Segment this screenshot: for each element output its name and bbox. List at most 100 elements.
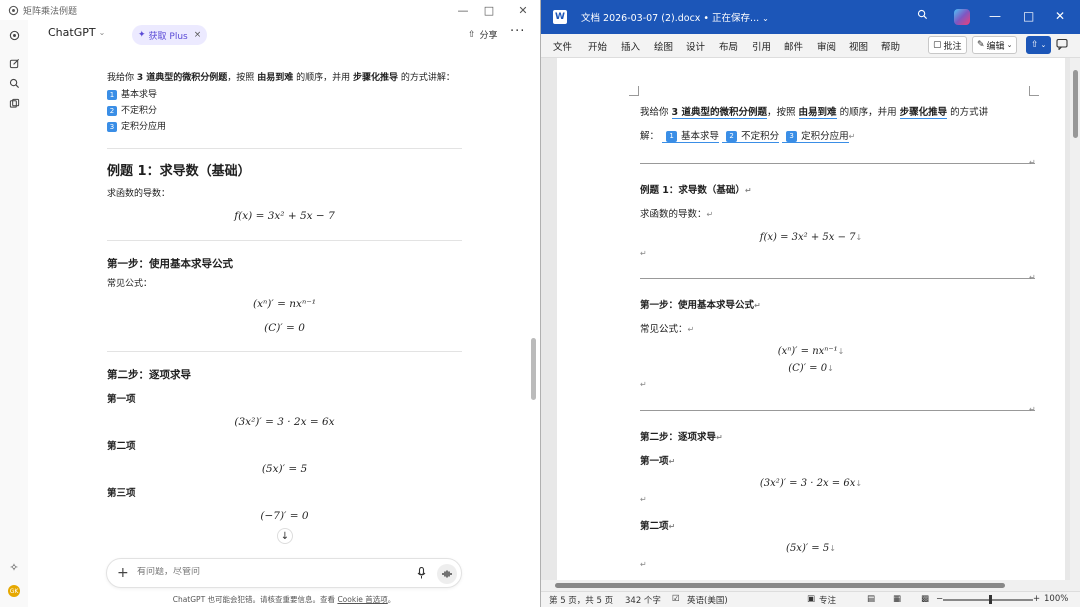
empty-paragraph: ↵ bbox=[640, 249, 647, 258]
share-icon: ⇧ bbox=[1031, 40, 1039, 50]
horizontal-rule bbox=[640, 410, 1035, 411]
vertical-scrollbar[interactable] bbox=[1070, 58, 1080, 580]
focus-mode[interactable]: 专注 bbox=[819, 594, 836, 606]
intro-text: 我给你 bbox=[107, 73, 135, 83]
zoom-level[interactable]: 100% bbox=[1044, 594, 1068, 604]
scrollbar-thumb[interactable] bbox=[1073, 70, 1078, 138]
language[interactable]: 英语(美国) bbox=[687, 594, 728, 606]
sidebar-rail: ✧ bbox=[0, 20, 28, 607]
horizontal-scrollbar[interactable] bbox=[541, 580, 1080, 591]
proofing-icon[interactable]: ☑ bbox=[672, 594, 680, 604]
tab-insert[interactable]: 插入 bbox=[621, 39, 640, 53]
comments-button[interactable]: ▢ 批注 bbox=[928, 36, 967, 54]
tab-home[interactable]: 开始 bbox=[588, 39, 607, 53]
step-1-equation-1-text: (xⁿ)′ = nxⁿ⁻¹ bbox=[777, 346, 838, 357]
number-badge: 2 bbox=[726, 131, 738, 142]
intro-text: 我给你 bbox=[640, 107, 669, 118]
maximize-icon[interactable]: □ bbox=[1023, 9, 1034, 23]
scrollbar-thumb[interactable] bbox=[555, 583, 1005, 588]
term-1-equation: (3x²)′ = 3 · 2x = 6x↓ bbox=[759, 478, 863, 489]
search-icon[interactable] bbox=[7, 76, 21, 90]
voice-mode-icon[interactable] bbox=[437, 564, 457, 584]
close-icon[interactable]: ✕ bbox=[1055, 9, 1065, 23]
tab-view[interactable]: 视图 bbox=[849, 39, 868, 53]
empty-paragraph: ↵ bbox=[640, 495, 647, 504]
maximize-icon[interactable]: □ bbox=[474, 0, 504, 20]
add-attachment-icon[interactable]: + bbox=[117, 565, 129, 581]
document-title[interactable]: 文档 2026-03-07 (2).docx • 正在保存... ⌄ bbox=[581, 10, 769, 24]
editing-mode-button[interactable]: ✎ 编辑 ⌄ bbox=[972, 36, 1018, 54]
model-selector[interactable]: ChatGPT ⌄ bbox=[48, 26, 105, 39]
tab-help[interactable]: 帮助 bbox=[881, 39, 900, 53]
example-1-description-text: 求函数的导数： bbox=[640, 209, 707, 220]
example-1-heading-text: 例题 1：求导数（基础） bbox=[640, 185, 745, 196]
close-icon[interactable]: × bbox=[194, 30, 202, 40]
page-count[interactable]: 第 5 页，共 5 页 bbox=[549, 594, 613, 606]
print-layout-icon[interactable]: ▦ bbox=[893, 594, 901, 604]
horizontal-rule bbox=[640, 163, 1035, 164]
intro-text: 的方式讲解： bbox=[400, 73, 455, 83]
cookie-preferences-link[interactable]: Cookie 首选项 bbox=[337, 595, 387, 604]
chevron-down-icon: ⌄ bbox=[1006, 41, 1013, 49]
horizontal-rule bbox=[640, 278, 1035, 279]
library-icon[interactable] bbox=[7, 96, 21, 110]
chat-scrollbar[interactable] bbox=[531, 338, 536, 400]
example-1-description: 求函数的导数： bbox=[107, 189, 171, 199]
share-icon: ⇧ bbox=[468, 29, 476, 40]
sparkle-icon: ✦ bbox=[138, 30, 146, 40]
zoom-slider[interactable] bbox=[943, 599, 1033, 601]
sparkle-icon[interactable]: ✧ bbox=[7, 560, 21, 574]
example-1-equation: f(x) = 3x² + 5x − 7↓ bbox=[759, 232, 863, 243]
tab-mailings[interactable]: 邮件 bbox=[784, 39, 803, 53]
tab-layout[interactable]: 布局 bbox=[719, 39, 738, 53]
step-1-description: 常见公式： bbox=[107, 279, 153, 289]
tab-draw[interactable]: 绘图 bbox=[654, 39, 673, 53]
intro-text: ，按照 bbox=[227, 73, 255, 83]
share-button[interactable]: ⇧ 分享 bbox=[468, 28, 498, 42]
term-2-heading-text: 第二项 bbox=[640, 521, 669, 532]
copilot-chat-icon[interactable] bbox=[1056, 38, 1068, 53]
share-button[interactable]: ⇧ ⌄ bbox=[1026, 36, 1052, 54]
intro-bold: 由易到难 bbox=[798, 107, 837, 119]
list-item-label: 基本求导 bbox=[681, 131, 720, 142]
intro-text: 的顺序，并用 bbox=[839, 107, 897, 118]
paragraph-mark-icon: ↵ bbox=[1029, 273, 1036, 282]
step-1-heading: 第一步：使用基本求导公式↵ bbox=[640, 300, 761, 311]
tab-file[interactable]: 文件 bbox=[553, 39, 572, 53]
word-app-icon: W bbox=[553, 10, 567, 24]
comments-label: 批注 bbox=[943, 41, 962, 52]
intro-bold: 步骤化推导 bbox=[899, 107, 948, 119]
intro-text: 解： bbox=[640, 131, 660, 142]
user-avatar[interactable]: GK bbox=[8, 585, 20, 597]
web-layout-icon[interactable]: ▩ bbox=[921, 594, 929, 604]
comment-icon: ▢ bbox=[933, 40, 942, 50]
document-page[interactable]: 我给你 3 道典型的微积分例题，按照 由易到难 的顺序，并用 步骤化推导 的方式… bbox=[557, 58, 1065, 580]
copilot-icon[interactable] bbox=[954, 9, 970, 25]
tab-references[interactable]: 引用 bbox=[752, 39, 771, 53]
tab-design[interactable]: 设计 bbox=[686, 39, 705, 53]
list-item-label: 基本求导 bbox=[121, 90, 158, 100]
tab-review[interactable]: 审阅 bbox=[817, 39, 836, 53]
more-options-icon[interactable]: ··· bbox=[510, 24, 525, 39]
intro-text: ，按照 bbox=[766, 107, 796, 118]
close-icon[interactable]: ✕ bbox=[508, 0, 538, 20]
list-item: 3 定积分应用 bbox=[107, 119, 166, 135]
zoom-slider-thumb[interactable] bbox=[989, 595, 992, 604]
term-2-equation-text: (5x)′ = 5 bbox=[786, 543, 830, 554]
new-chat-icon[interactable] bbox=[7, 56, 21, 70]
minimize-icon[interactable]: — bbox=[989, 9, 1001, 23]
scroll-down-icon[interactable]: ↓ bbox=[277, 528, 293, 544]
get-plus-button[interactable]: ✦ 获取 Plus × bbox=[132, 25, 208, 45]
prompt-input[interactable] bbox=[137, 567, 387, 577]
search-icon[interactable] bbox=[917, 9, 928, 23]
read-mode-icon[interactable]: ▤ bbox=[867, 594, 875, 604]
zoom-in-icon[interactable]: + bbox=[1033, 594, 1040, 604]
step-1-heading-text: 第一步：使用基本求导公式 bbox=[640, 300, 755, 311]
word-count[interactable]: 342 个字 bbox=[625, 594, 661, 606]
number-badge: 3 bbox=[786, 131, 798, 142]
example-1-description: 求函数的导数：↵ bbox=[640, 209, 714, 220]
focus-icon[interactable]: ▣ bbox=[807, 594, 815, 604]
paragraph-mark-icon: ↵ bbox=[1029, 405, 1036, 414]
chatgpt-home-icon[interactable] bbox=[7, 28, 21, 42]
microphone-icon[interactable] bbox=[417, 566, 426, 582]
